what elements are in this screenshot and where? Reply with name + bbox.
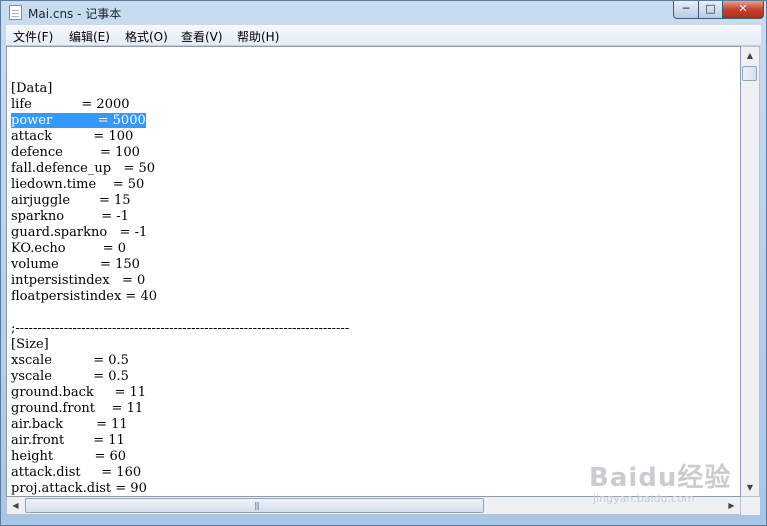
line-text: intpersistindex = 0 <box>11 273 146 288</box>
line-text: power = 5000 <box>11 113 146 128</box>
text-line[interactable]: airjuggle = 15 <box>11 193 349 209</box>
text-line[interactable]: ;---------------------------------------… <box>11 321 349 337</box>
text-line[interactable]: liedown.time = 50 <box>11 177 349 193</box>
line-text: sparkno = -1 <box>11 209 129 224</box>
line-text: xscale = 0.5 <box>11 353 129 368</box>
text-line[interactable]: guard.sparkno = -1 <box>11 225 349 241</box>
line-text: air.front = 11 <box>11 433 125 448</box>
line-text: volume = 150 <box>11 257 140 272</box>
line-text: airjuggle = 15 <box>11 193 131 208</box>
text-line[interactable]: defence = 100 <box>11 145 349 161</box>
selected-text-line[interactable]: power = 5000 <box>11 113 349 129</box>
line-text: floatpersistindex = 40 <box>11 289 158 304</box>
line-text: ground.back = 11 <box>11 385 147 400</box>
menu-help[interactable]: 帮助(H) <box>237 28 279 45</box>
line-text: air.back = 11 <box>11 417 128 432</box>
text-line[interactable]: fall.defence_up = 50 <box>11 161 349 177</box>
menu-view[interactable]: 查看(V) <box>181 28 223 45</box>
menu-edit[interactable]: 编辑(E) <box>69 28 110 45</box>
text-line[interactable]: ground.back = 11 <box>11 385 349 401</box>
text-line[interactable]: air.back = 11 <box>11 417 349 433</box>
text-line[interactable]: intpersistindex = 0 <box>11 273 349 289</box>
watermark-brand: Baidu经验 <box>589 463 732 493</box>
maximize-button[interactable]: □ <box>698 1 723 19</box>
vertical-scrollbar[interactable]: ▲ ▼ <box>741 46 760 497</box>
baidu-watermark: Baidu经验 jingyan.baidu.com <box>589 457 731 505</box>
minimize-button[interactable]: ─ <box>673 1 699 19</box>
line-text: KO.echo = 0 <box>11 241 127 256</box>
text-line[interactable]: floatpersistindex = 40 <box>11 289 349 305</box>
text-line[interactable]: attack = 100 <box>11 129 349 145</box>
menu-format[interactable]: 格式(O) <box>125 28 168 45</box>
line-text: ground.front = 11 <box>11 401 144 416</box>
text-line[interactable] <box>11 65 349 81</box>
text-line[interactable]: attack.dist = 160 <box>11 465 349 481</box>
line-text: fall.defence_up = 50 <box>11 161 156 176</box>
scroll-left-button[interactable]: ◀ <box>7 497 24 514</box>
text-editor[interactable]: [Data] life = 2000 power = 5000 attack = 10… <box>6 46 741 497</box>
vertical-scroll-thumb[interactable] <box>742 66 757 81</box>
scroll-up-button[interactable]: ▲ <box>741 47 759 64</box>
line-text: attack.dist = 160 <box>11 465 142 480</box>
horizontal-scroll-thumb[interactable]: ||| <box>25 498 484 513</box>
notepad-icon[interactable] <box>9 5 22 20</box>
line-text: [Size] <box>11 337 49 352</box>
line-text: defence = 100 <box>11 145 140 160</box>
text-line[interactable] <box>11 305 349 321</box>
line-text: guard.sparkno = -1 <box>11 225 148 240</box>
text-line[interactable]: proj.attack.dist = 90 <box>11 481 349 496</box>
close-button[interactable]: ✕ <box>722 1 764 19</box>
notepad-window: Mai.cns - 记事本 ─ □ ✕ 文件(F) 编辑(E) 格式(O) 查看… <box>0 0 767 526</box>
menu-file[interactable]: 文件(F) <box>13 28 53 45</box>
scrollbar-corner <box>741 497 760 515</box>
text-line[interactable]: air.front = 11 <box>11 433 349 449</box>
text-line[interactable]: height = 60 <box>11 449 349 465</box>
text-line[interactable]: [Data] <box>11 81 349 97</box>
text-line[interactable]: volume = 150 <box>11 257 349 273</box>
title-bar[interactable]: Mai.cns - 记事本 ─ □ ✕ <box>1 1 766 25</box>
grip-icon: ||| <box>254 501 260 510</box>
line-text: life = 2000 <box>11 97 130 112</box>
text-line[interactable]: KO.echo = 0 <box>11 241 349 257</box>
text-line[interactable]: [Size] <box>11 337 349 353</box>
line-text: yscale = 0.5 <box>11 369 129 384</box>
text-content[interactable]: [Data] life = 2000 power = 5000 attack = 10… <box>11 65 349 496</box>
scroll-down-button[interactable]: ▼ <box>741 479 759 496</box>
line-text: height = 60 <box>11 449 127 464</box>
line-text: [Data] <box>11 81 53 96</box>
text-line[interactable]: life = 2000 <box>11 97 349 113</box>
text-line[interactable]: ground.front = 11 <box>11 401 349 417</box>
text-line[interactable]: xscale = 0.5 <box>11 353 349 369</box>
text-line[interactable]: sparkno = -1 <box>11 209 349 225</box>
line-text: liedown.time = 50 <box>11 177 145 192</box>
line-text: attack = 100 <box>11 129 134 144</box>
menu-bar: 文件(F) 编辑(E) 格式(O) 查看(V) 帮助(H) <box>6 25 761 46</box>
window-title: Mai.cns - 记事本 <box>28 7 122 21</box>
text-line[interactable]: yscale = 0.5 <box>11 369 349 385</box>
line-text: proj.attack.dist = 90 <box>11 481 147 496</box>
line-text: ;---------------------------------------… <box>11 321 350 336</box>
